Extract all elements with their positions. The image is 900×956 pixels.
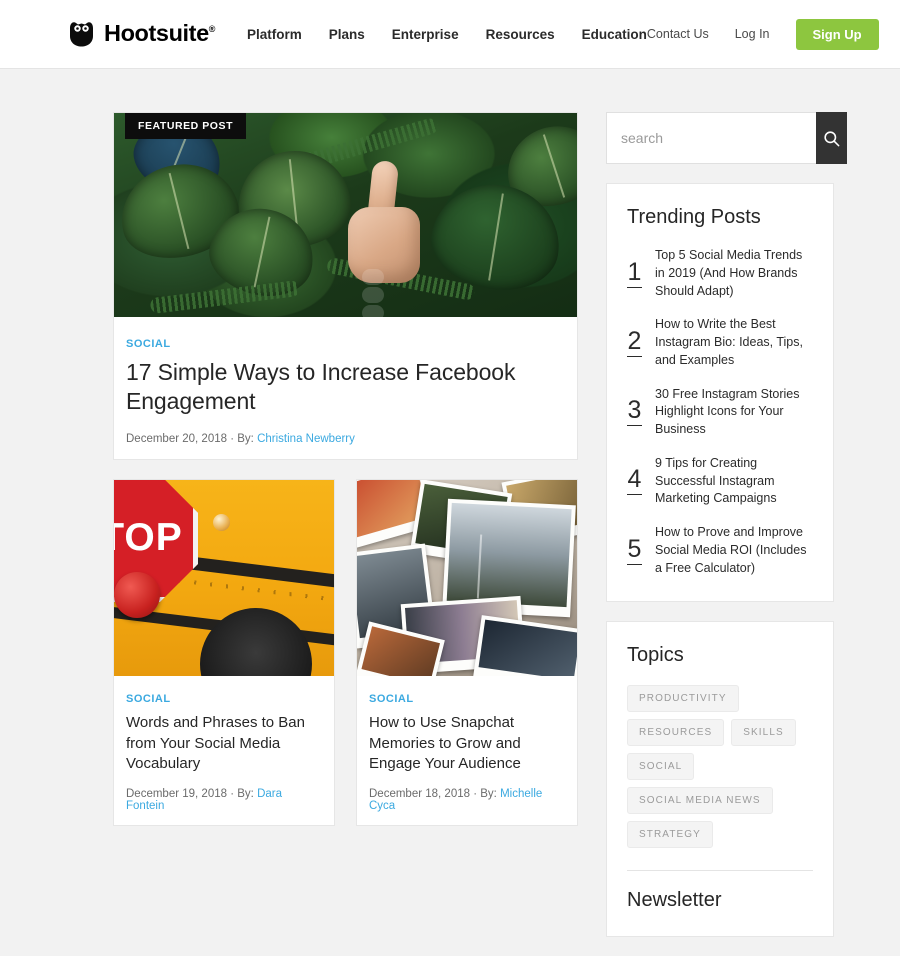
- trending-title: How to Write the Best Instagram Bio: Ide…: [655, 317, 803, 367]
- log-in-link[interactable]: Log In: [735, 27, 770, 41]
- search-button[interactable]: [816, 112, 847, 164]
- nav-item-education[interactable]: Education: [582, 27, 647, 42]
- nav-item-resources[interactable]: Resources: [486, 27, 555, 42]
- trending-title: 30 Free Instagram Stories Highlight Icon…: [655, 386, 800, 437]
- trending-title: 9 Tips for Creating Successful Instagram…: [655, 455, 777, 506]
- photo-pile-illustration: [357, 480, 577, 677]
- thumbs-up-icon: [340, 159, 428, 317]
- brand-name: Hootsuite®: [104, 20, 216, 47]
- page-body: FEATURED POST SOCIAL 17 Simple Ways to I…: [0, 69, 900, 956]
- main-content: FEATURED POST SOCIAL 17 Simple Ways to I…: [113, 112, 578, 827]
- sign-up-button[interactable]: Sign Up: [795, 18, 879, 50]
- stop-sign-text: STOP: [114, 516, 183, 560]
- post-card-meta: December 19, 2018 · By: Dara Fontein: [114, 774, 334, 825]
- newsletter-title: Newsletter: [627, 889, 722, 912]
- nav-item-enterprise[interactable]: Enterprise: [392, 27, 459, 42]
- main-navigation: Platform Plans Enterprise Resources Educ…: [247, 27, 647, 42]
- trending-item[interactable]: 1 Top 5 Social Media Trends in 2019 (And…: [627, 247, 813, 300]
- topic-tag-productivity[interactable]: PRODUCTIVITY: [627, 685, 739, 713]
- trending-rank: 4: [627, 465, 642, 496]
- trending-item[interactable]: 4 9 Tips for Creating Successful Instagr…: [627, 455, 813, 508]
- post-date: December 19, 2018: [126, 788, 228, 801]
- post-card-body: SOCIAL How to Use Snapchat Memories to G…: [357, 676, 577, 774]
- featured-post-title[interactable]: 17 Simple Ways to Increase Facebook Enga…: [126, 358, 565, 416]
- sidebar: Trending Posts 1 Top 5 Social Media Tren…: [606, 112, 847, 956]
- featured-post-meta: December 20, 2018 · By: Christina Newber…: [126, 431, 565, 445]
- post-thumbnail: STOP: [114, 480, 334, 677]
- trending-item[interactable]: 5 How to Prove and Improve Social Media …: [627, 524, 813, 577]
- post-category-link[interactable]: SOCIAL: [126, 693, 171, 705]
- topic-tag-social-media-news[interactable]: SOCIAL MEDIA NEWS: [627, 787, 773, 815]
- trending-title: Top 5 Social Media Trends in 2019 (And H…: [655, 248, 803, 298]
- featured-post-body: SOCIAL 17 Simple Ways to Increase Facebo…: [114, 317, 577, 459]
- site-header: Hootsuite® Platform Plans Enterprise Res…: [0, 0, 900, 69]
- featured-post-author[interactable]: Christina Newberry: [257, 433, 355, 445]
- nav-item-plans[interactable]: Plans: [329, 27, 365, 42]
- post-title[interactable]: Words and Phrases to Ban from Your Socia…: [126, 713, 322, 774]
- trending-posts-title: Trending Posts: [627, 206, 761, 228]
- meta-separator: ·: [230, 433, 235, 446]
- nav-item-platform[interactable]: Platform: [247, 27, 302, 42]
- post-card-school-bus[interactable]: STOP SOCIAL Words and Phrases to Ban fro…: [113, 479, 335, 827]
- meta-separator: ·: [230, 788, 235, 801]
- search-icon: [824, 130, 840, 146]
- header-utility-area: Contact Us Log In Sign Up: [647, 18, 879, 50]
- featured-post-date: December 20, 2018: [126, 433, 228, 446]
- featured-post-badge: FEATURED POST: [125, 113, 247, 139]
- trending-rank: 3: [627, 396, 642, 427]
- trending-rank: 5: [627, 534, 642, 565]
- topics-title: Topics: [627, 644, 684, 667]
- by-label: By:: [237, 433, 254, 446]
- trending-item[interactable]: 3 30 Free Instagram Stories Highlight Ic…: [627, 386, 813, 439]
- trending-rank: 2: [627, 326, 642, 357]
- by-label: By:: [480, 788, 497, 801]
- post-date: December 18, 2018: [369, 788, 471, 801]
- featured-category-link[interactable]: SOCIAL: [126, 338, 171, 350]
- featured-post-image: FEATURED POST: [114, 113, 577, 317]
- topic-tag-skills[interactable]: SKILLS: [731, 719, 796, 747]
- foliage-illustration: [114, 113, 577, 317]
- topics-card: Topics PRODUCTIVITY RESOURCES SKILLS SOC…: [606, 621, 834, 938]
- registered-mark: ®: [208, 24, 216, 35]
- trending-posts-card: Trending Posts 1 Top 5 Social Media Tren…: [606, 183, 834, 603]
- post-category-link[interactable]: SOCIAL: [369, 693, 414, 705]
- brand-logo[interactable]: Hootsuite®: [68, 21, 215, 47]
- search-form: [606, 112, 847, 164]
- search-input[interactable]: [606, 112, 816, 164]
- featured-post-card[interactable]: FEATURED POST SOCIAL 17 Simple Ways to I…: [113, 112, 578, 461]
- post-card-snapchat[interactable]: SOCIAL How to Use Snapchat Memories to G…: [356, 479, 578, 827]
- contact-us-link[interactable]: Contact Us: [647, 27, 709, 41]
- trending-title: How to Prove and Improve Social Media RO…: [655, 525, 807, 575]
- by-label: By:: [237, 788, 254, 801]
- topic-tag-resources[interactable]: RESOURCES: [627, 719, 725, 747]
- topic-tag-strategy[interactable]: STRATEGY: [627, 821, 713, 849]
- school-bus-illustration: STOP: [114, 480, 334, 677]
- meta-separator: ·: [473, 788, 478, 801]
- post-card-body: SOCIAL Words and Phrases to Ban from You…: [114, 676, 334, 774]
- sidebar-divider: [627, 870, 813, 872]
- post-thumbnail: [357, 480, 577, 677]
- post-title[interactable]: How to Use Snapchat Memories to Grow and…: [369, 713, 565, 774]
- post-grid: STOP SOCIAL Words and Phrases to Ban fro…: [113, 479, 578, 827]
- trending-rank: 1: [627, 257, 642, 288]
- owl-icon: [70, 22, 93, 47]
- post-card-meta: December 18, 2018 · By: Michelle Cyca: [357, 774, 577, 825]
- trending-item[interactable]: 2 How to Write the Best Instagram Bio: I…: [627, 316, 813, 369]
